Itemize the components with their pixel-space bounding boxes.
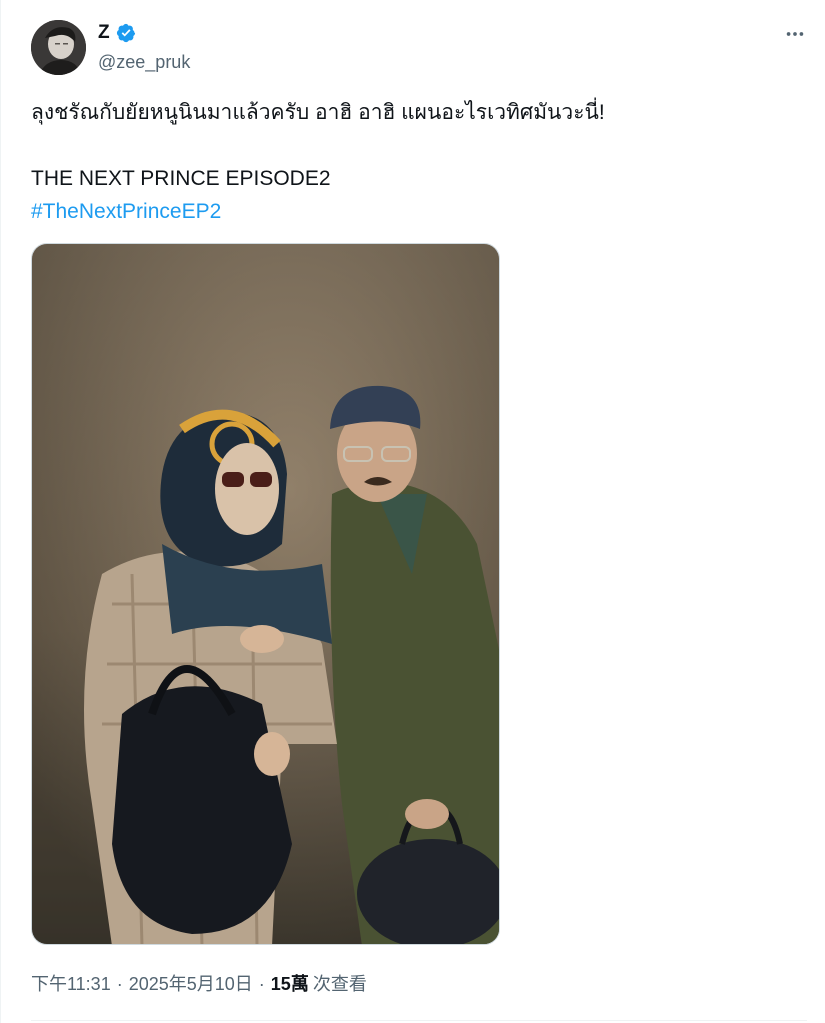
more-options-button[interactable]: [783, 22, 807, 46]
divider: [31, 1020, 807, 1021]
author-display-name[interactable]: Z: [98, 22, 110, 44]
tweet-photo[interactable]: [31, 243, 500, 945]
meta-separator: ·: [116, 974, 123, 994]
tweet-text-line: THE NEXT PRINCE EPISODE2: [31, 167, 331, 190]
author-avatar[interactable]: [31, 20, 86, 75]
more-horizontal-icon: [786, 32, 804, 36]
tweet-text: ลุงชรัณกับยัยหนูนินมาแล้วครับ อาฮิ อาฮิ …: [31, 96, 791, 228]
tweet-metadata: 下午11:31 · 2025年5月10日 · 15萬 次查看: [31, 972, 367, 996]
tweet-date[interactable]: 2025年5月10日: [129, 972, 253, 996]
tweet-article[interactable]: Z @zee_pruk ลุงชรัณกับยัยหนูนินมาแล้วครั…: [0, 0, 825, 1023]
verified-badge-icon[interactable]: [116, 23, 136, 43]
tweet-text-line: ลุงชรัณกับยัยหนูนินมาแล้วครับ อาฮิ อาฮิ …: [31, 101, 605, 124]
author-name-row[interactable]: Z: [98, 22, 136, 44]
meta-separator: ·: [258, 974, 265, 994]
author-handle[interactable]: @zee_pruk: [98, 51, 190, 73]
views-count: 15萬: [270, 974, 309, 994]
tweet-time[interactable]: 下午11:31: [31, 972, 111, 996]
photo-image: [32, 244, 499, 944]
hashtag-link[interactable]: #TheNextPrinceEP2: [31, 200, 221, 223]
views-label: 次查看: [312, 974, 367, 994]
avatar-image: [31, 20, 86, 75]
